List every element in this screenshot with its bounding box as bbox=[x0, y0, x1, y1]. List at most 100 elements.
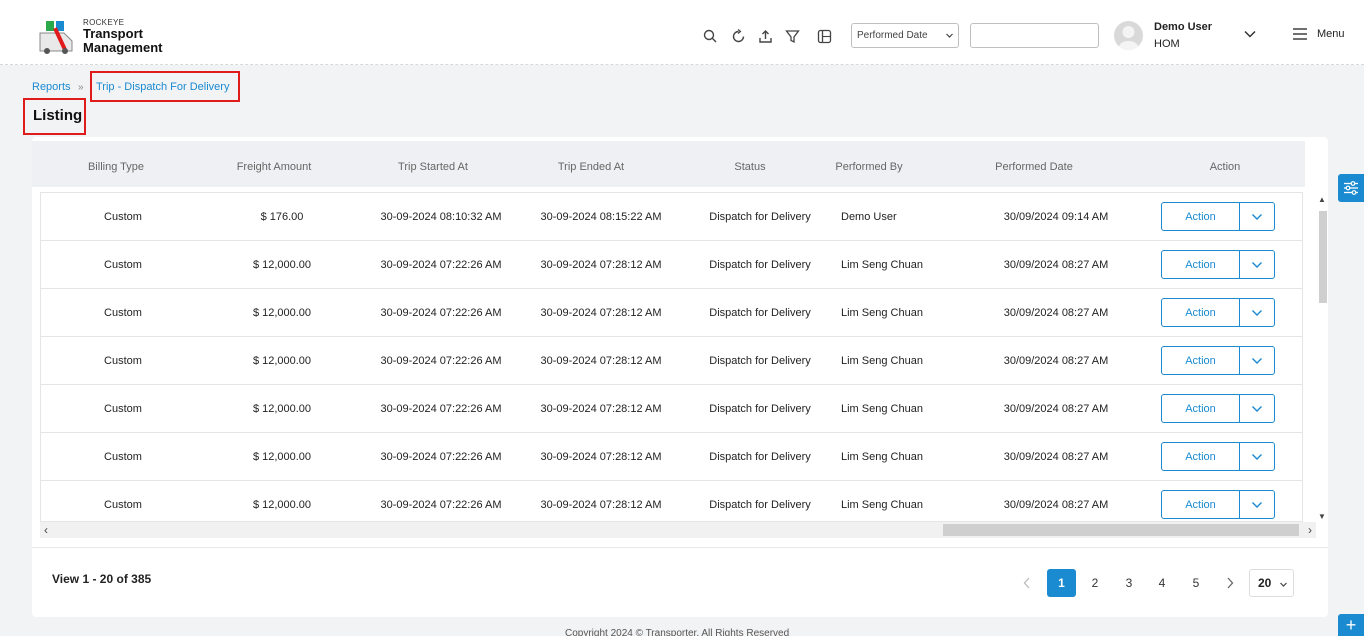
cell-status: Dispatch for Delivery bbox=[709, 307, 811, 319]
cell-trip-started-at: 30-09-2024 07:22:26 AM bbox=[380, 499, 502, 511]
upload-icon[interactable] bbox=[756, 27, 774, 45]
page-3[interactable]: 3 bbox=[1117, 569, 1141, 597]
action-button[interactable]: Action bbox=[1162, 395, 1240, 422]
cell-performed-by: Lim Seng Chuan bbox=[841, 499, 923, 511]
action-dropdown-chevron-icon[interactable] bbox=[1240, 299, 1274, 326]
per-page-select[interactable]: 20 bbox=[1249, 569, 1294, 597]
chevron-down-icon bbox=[946, 33, 953, 38]
col-freight-amount[interactable]: Freight Amount bbox=[237, 161, 312, 173]
prev-page-icon[interactable] bbox=[1020, 569, 1034, 597]
cell-trip-ended-at: 30-09-2024 08:15:22 AM bbox=[540, 211, 662, 223]
sliders-icon bbox=[1344, 181, 1358, 195]
action-button[interactable]: Action bbox=[1162, 299, 1240, 326]
action-dropdown-chevron-icon[interactable] bbox=[1240, 491, 1274, 518]
action-dropdown-chevron-icon[interactable] bbox=[1240, 395, 1274, 422]
cell-trip-ended-at: 30-09-2024 07:28:12 AM bbox=[540, 451, 662, 463]
cell-performed-date: 30/09/2024 09:14 AM bbox=[1003, 211, 1109, 223]
scroll-right-icon[interactable]: › bbox=[1308, 523, 1312, 537]
table-row[interactable]: Custom $ 12,000.00 30-09-2024 07:22:26 AM 3… bbox=[41, 241, 1302, 289]
table-body[interactable]: Custom $ 176.00 30-09-2024 08:10:32 AM 30-0… bbox=[40, 192, 1303, 522]
cell-trip-started-at: 30-09-2024 07:22:26 AM bbox=[380, 355, 502, 367]
table-row[interactable]: Custom $ 176.00 30-09-2024 08:10:32 AM 30-0… bbox=[41, 193, 1302, 241]
col-performed-date[interactable]: Performed Date bbox=[995, 161, 1073, 173]
table-row[interactable]: Custom $ 12,000.00 30-09-2024 07:22:26 AM 3… bbox=[41, 433, 1302, 481]
next-page-icon[interactable] bbox=[1223, 569, 1237, 597]
col-billing-type[interactable]: Billing Type bbox=[88, 161, 144, 173]
app-logo bbox=[39, 21, 73, 54]
cell-trip-ended-at: 30-09-2024 07:28:12 AM bbox=[540, 307, 662, 319]
action-button[interactable]: Action bbox=[1162, 203, 1240, 230]
cell-freight-amount: $ 12,000.00 bbox=[252, 307, 312, 319]
search-icon[interactable] bbox=[701, 27, 719, 45]
per-page-value: 20 bbox=[1258, 576, 1272, 590]
cell-freight-amount: $ 12,000.00 bbox=[252, 259, 312, 271]
cell-freight-amount: $ 176.00 bbox=[260, 211, 304, 223]
action-button[interactable]: Action bbox=[1162, 251, 1240, 278]
cell-billing-type: Custom bbox=[104, 211, 142, 223]
page-5[interactable]: 5 bbox=[1184, 569, 1208, 597]
col-performed-by[interactable]: Performed By bbox=[835, 161, 902, 173]
table-row[interactable]: Custom $ 12,000.00 30-09-2024 07:22:26 AM 3… bbox=[41, 289, 1302, 337]
action-button[interactable]: Action bbox=[1162, 491, 1240, 518]
col-status[interactable]: Status bbox=[734, 161, 765, 173]
action-button[interactable]: Action bbox=[1162, 443, 1240, 470]
cell-freight-amount: $ 12,000.00 bbox=[252, 451, 312, 463]
breadcrumb-reports[interactable]: Reports bbox=[32, 81, 71, 93]
action-dropdown-chevron-icon[interactable] bbox=[1240, 347, 1274, 374]
table-row[interactable]: Custom $ 12,000.00 30-09-2024 07:22:26 AM 3… bbox=[41, 385, 1302, 433]
page-2[interactable]: 2 bbox=[1083, 569, 1107, 597]
cell-status: Dispatch for Delivery bbox=[709, 259, 811, 271]
row-action-group: Action bbox=[1161, 298, 1275, 327]
cell-billing-type: Custom bbox=[104, 259, 142, 271]
cell-freight-amount: $ 12,000.00 bbox=[252, 403, 312, 415]
cell-freight-amount: $ 12,000.00 bbox=[252, 355, 312, 367]
vertical-scroll-thumb[interactable] bbox=[1319, 211, 1327, 303]
action-button[interactable]: Action bbox=[1162, 347, 1240, 374]
col-trip-ended-at[interactable]: Trip Ended At bbox=[558, 161, 624, 173]
user-menu-chevron-icon[interactable] bbox=[1243, 29, 1257, 39]
cell-trip-started-at: 30-09-2024 07:22:26 AM bbox=[380, 259, 502, 271]
scroll-up-icon[interactable]: ▲ bbox=[1318, 195, 1326, 204]
cell-status: Dispatch for Delivery bbox=[709, 355, 811, 367]
avatar[interactable] bbox=[1114, 21, 1143, 50]
page-1[interactable]: 1 bbox=[1047, 569, 1076, 597]
add-button[interactable]: + bbox=[1338, 614, 1364, 636]
cell-billing-type: Custom bbox=[104, 307, 142, 319]
chevron-down-icon bbox=[1280, 582, 1287, 587]
row-action-group: Action bbox=[1161, 490, 1275, 519]
col-trip-started-at[interactable]: Trip Started At bbox=[398, 161, 468, 173]
scroll-left-icon[interactable]: ‹ bbox=[44, 523, 48, 537]
cell-billing-type: Custom bbox=[104, 403, 142, 415]
row-action-group: Action bbox=[1161, 394, 1275, 423]
user-role: HOM bbox=[1154, 38, 1180, 50]
cell-trip-started-at: 30-09-2024 07:22:26 AM bbox=[380, 307, 502, 319]
cell-status: Dispatch for Delivery bbox=[709, 451, 811, 463]
vertical-scrollbar[interactable]: ▲ ▼ bbox=[1316, 195, 1328, 521]
scroll-down-icon[interactable]: ▼ bbox=[1318, 512, 1326, 521]
search-input[interactable] bbox=[970, 23, 1099, 48]
horizontal-scrollbar[interactable]: ‹ › bbox=[40, 522, 1316, 538]
action-dropdown-chevron-icon[interactable] bbox=[1240, 203, 1274, 230]
cell-performed-date: 30/09/2024 08:27 AM bbox=[1003, 259, 1109, 271]
breadcrumb-current[interactable]: Trip - Dispatch For Delivery bbox=[90, 71, 240, 102]
date-field-select-value: Performed Date bbox=[857, 30, 928, 41]
cell-status: Dispatch for Delivery bbox=[709, 403, 811, 415]
horizontal-scroll-thumb[interactable] bbox=[943, 524, 1299, 536]
cell-performed-by: Lim Seng Chuan bbox=[841, 451, 923, 463]
breadcrumb-separator-icon: » bbox=[78, 82, 84, 93]
listing-card: Billing Type Freight Amount Trip Started… bbox=[32, 137, 1328, 617]
cell-trip-ended-at: 30-09-2024 07:28:12 AM bbox=[540, 403, 662, 415]
filter-icon[interactable] bbox=[783, 27, 801, 45]
action-dropdown-chevron-icon[interactable] bbox=[1240, 443, 1274, 470]
table-row[interactable]: Custom $ 12,000.00 30-09-2024 07:22:26 AM 3… bbox=[41, 481, 1302, 521]
cell-performed-by: Lim Seng Chuan bbox=[841, 403, 923, 415]
columns-icon[interactable] bbox=[815, 27, 833, 45]
brand-line2: Management bbox=[83, 40, 163, 55]
table-row[interactable]: Custom $ 12,000.00 30-09-2024 07:22:26 AM 3… bbox=[41, 337, 1302, 385]
page-4[interactable]: 4 bbox=[1150, 569, 1174, 597]
refresh-icon[interactable] bbox=[729, 27, 747, 45]
settings-sliders-button[interactable] bbox=[1338, 174, 1364, 202]
menu-button[interactable]: Menu bbox=[1292, 28, 1345, 40]
date-field-select[interactable]: Performed Date bbox=[851, 23, 959, 48]
action-dropdown-chevron-icon[interactable] bbox=[1240, 251, 1274, 278]
